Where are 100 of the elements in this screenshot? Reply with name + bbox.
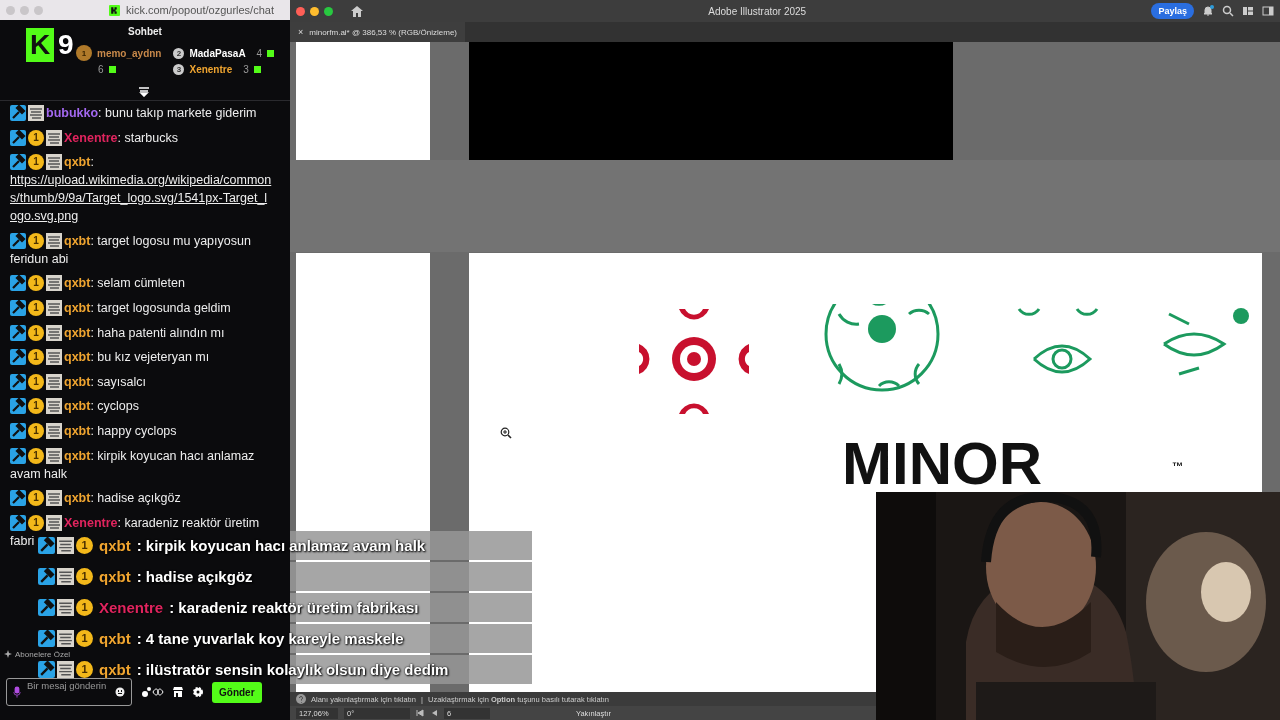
gift-count: 3: [243, 63, 249, 75]
gift-badge-icon: [57, 630, 74, 647]
chat-message: qxbt: selam cümleten: [64, 275, 185, 293]
subscriber-badge: 1: [28, 324, 44, 341]
gift-icon: [108, 65, 116, 73]
hammer-icon: [38, 568, 55, 585]
subscriber-badge: 1: [28, 514, 44, 531]
subscriber-badge: 1: [28, 299, 44, 316]
chat-message: bubukko: bunu takıp markete giderim: [46, 105, 257, 122]
overlay-username: qxbt: [99, 661, 131, 678]
close-tab-button[interactable]: ×: [298, 27, 304, 37]
gift-badge-icon: [46, 514, 62, 531]
leader-name: Xenentre: [189, 63, 233, 75]
message-field[interactable]: Bir mesaj gönderin: [6, 678, 132, 706]
chat-message: Xenentre: starbucks: [64, 129, 178, 147]
close-light[interactable]: [296, 6, 305, 16]
previous-page-icon[interactable]: [430, 709, 438, 717]
gift-badge-icon: [57, 537, 74, 554]
expand-icon[interactable]: [138, 87, 150, 97]
chat-message: qxbt:: [64, 154, 94, 172]
chat-message: qxbt: cyclops: [64, 398, 140, 416]
chat-message: qxbt: kirpik koyucan hacı anlamaz: [64, 447, 255, 465]
tab-label: minorfm.ai* @ 386,53 % (RGB/Önizleme): [309, 27, 457, 37]
subscribers-label: Abonelere Özel: [15, 649, 71, 659]
workspace-icon[interactable]: [1242, 5, 1254, 17]
gift-badge-icon: [46, 324, 62, 341]
hammer-icon: [38, 661, 55, 678]
leader-name: MadaPasaA: [189, 47, 246, 59]
hammer-icon: [10, 275, 26, 292]
hammer-icon: [10, 129, 26, 146]
subscriber-badge: 1: [28, 490, 44, 507]
send-button[interactable]: Gönder: [212, 681, 262, 703]
chat-message: qxbt: bu kız vejeteryan mı: [64, 349, 210, 367]
document-tab[interactable]: × minorfm.ai* @ 386,53 % (RGB/Önizleme): [290, 22, 465, 42]
hammer-icon: [10, 349, 26, 366]
hammer-icon: [10, 105, 26, 121]
chat-title: Sohbet: [127, 25, 163, 37]
message-input[interactable]: Bir mesaj gönderin: [27, 679, 109, 705]
leader-name: memo_aydnn: [97, 47, 162, 59]
overlay-message-text: : hadise açıkgöz: [136, 568, 253, 585]
hammer-icon: [10, 398, 26, 415]
site-icon: [109, 4, 120, 16]
share-button[interactable]: Paylaş: [1151, 3, 1194, 19]
panel-icon[interactable]: [1262, 5, 1274, 17]
sparkle-icon: [4, 650, 12, 658]
microphone-icon[interactable]: [13, 686, 21, 698]
hammer-icon: [10, 422, 26, 439]
rank-badge: 2: [173, 47, 185, 59]
chat-message: qxbt: happy cyclops: [64, 422, 177, 440]
subscriber-badge: 1: [28, 349, 44, 366]
gift-badge-icon: [57, 599, 74, 616]
first-page-icon[interactable]: [416, 709, 424, 717]
chat-message: qxbt: target logosu mu yapıyosun: [64, 232, 251, 250]
chat-message: qxbt: haha patenti alındın mı: [64, 324, 225, 342]
gift-badge-icon: [46, 490, 62, 507]
hammer-icon: [10, 490, 26, 507]
hammer-icon: [38, 537, 55, 554]
subscriber-badge: 1: [28, 373, 44, 390]
hammer-icon: [38, 599, 55, 616]
bell-icon[interactable]: [1202, 5, 1214, 17]
minimize-light[interactable]: [310, 6, 319, 16]
subscriber-badge: 1: [28, 154, 44, 171]
search-icon[interactable]: [1222, 5, 1234, 17]
gift-badge-icon: [46, 349, 62, 366]
overlay-username: Xenentre: [99, 599, 164, 616]
subscriber-badge: 1: [28, 232, 44, 249]
home-icon[interactable]: [351, 5, 363, 17]
hammer-icon: [10, 447, 26, 464]
hammer-icon: [38, 630, 55, 647]
gift-count: 4: [256, 47, 263, 59]
trademark-text: ™: [1172, 460, 1183, 472]
chat-message: Xenentre: karadeniz reaktör üretim: [64, 514, 260, 532]
hammer-icon: [10, 232, 26, 249]
subscriber-badge: 1: [28, 129, 44, 146]
chat-message: qxbt: target logosunda geldim: [64, 299, 231, 317]
subscriber-badge: 1: [28, 398, 44, 415]
settings-icon[interactable]: [192, 686, 204, 698]
gift-badge-icon: [46, 299, 62, 316]
subscriber-badge: 1: [28, 422, 44, 439]
store-icon[interactable]: [172, 686, 184, 698]
overlay-username: qxbt: [99, 630, 131, 647]
chat-message: fabri: [10, 532, 35, 550]
hammer-icon: [10, 324, 26, 341]
subscriber-badge: 1: [28, 447, 44, 464]
zoom-cursor-icon: [500, 427, 512, 439]
gift-badge-icon: [46, 373, 62, 390]
hammer-icon: [10, 299, 26, 316]
gift-badge-icon: [46, 422, 62, 439]
dots-icon[interactable]: [140, 686, 164, 698]
chat-message: qxbt: sayısalcı: [64, 373, 146, 391]
link[interactable]: https://upload.wikimedia.org/wikipedia/commons/thumb/9/9a/Target_logo.svg/1541px-Target_logo.svg.png: [10, 171, 272, 226]
gift-badge-icon: [46, 232, 62, 249]
gift-badge-icon: [57, 661, 74, 678]
subscriber-badge: 1: [28, 275, 44, 292]
chat-message: avam halk: [10, 465, 67, 483]
gift-count: 6: [98, 63, 104, 75]
gift-badge-icon: [57, 568, 74, 585]
gift-badge-icon: [46, 398, 62, 415]
emoji-icon[interactable]: [115, 687, 125, 697]
zoom-light[interactable]: [324, 6, 333, 16]
